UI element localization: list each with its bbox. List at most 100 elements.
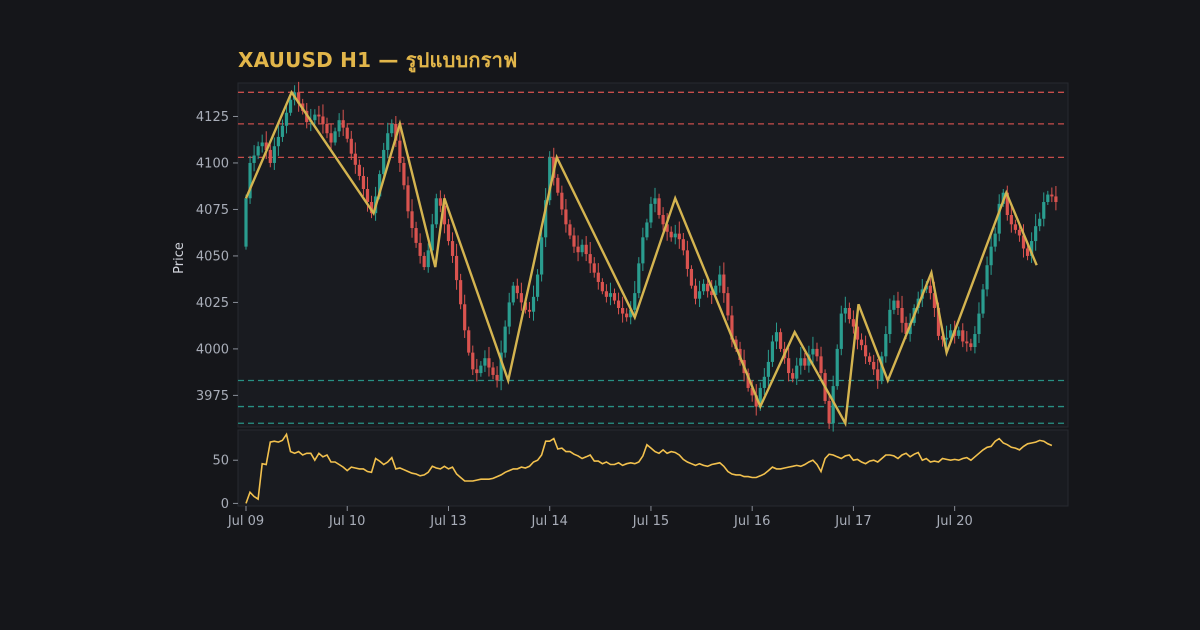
- chart-stage: XAUUSD H1 — รูปแบบกราฟ 3975 4000 4025 4050 4…: [0, 0, 1200, 630]
- candle-body: [969, 343, 973, 348]
- candle-body: [884, 334, 888, 357]
- candle-body: [406, 185, 410, 212]
- candle-body: [353, 153, 357, 165]
- candle-body: [382, 149, 386, 175]
- candle-body: [693, 285, 698, 299]
- candle-body: [770, 341, 775, 362]
- candle-body: [256, 146, 260, 156]
- candle-body: [718, 274, 722, 286]
- candle-body: [681, 239, 685, 251]
- indicator-y-tick-label: 0: [221, 497, 229, 512]
- candle-body: [463, 304, 467, 331]
- candle-body: [580, 244, 584, 253]
- candle-body: [422, 255, 426, 268]
- candle-body: [325, 123, 329, 134]
- candle-body: [333, 131, 337, 143]
- candle-body: [872, 361, 876, 370]
- y-tick-label: 4025: [196, 296, 229, 311]
- price-panel: [237, 82, 1069, 428]
- candle-body: [1025, 248, 1030, 256]
- candle-body: [993, 233, 997, 247]
- candle-body: [616, 300, 621, 308]
- candle-body: [244, 198, 248, 247]
- candle-body: [843, 307, 847, 314]
- candle-body: [576, 246, 580, 253]
- candle-body: [511, 285, 515, 303]
- candle-body: [649, 203, 653, 223]
- y-tick-label: 4075: [196, 203, 229, 218]
- candle-body: [560, 192, 564, 210]
- x-tick-label: Jul 13: [429, 514, 466, 529]
- candle-body: [317, 114, 321, 117]
- candle-body: [621, 307, 625, 314]
- candle-body: [313, 114, 317, 121]
- candle-body: [276, 136, 280, 147]
- candle-body: [888, 309, 892, 335]
- candle-body: [564, 209, 568, 225]
- candle-body: [839, 313, 843, 349]
- candle-body: [957, 330, 961, 336]
- candle-body: [985, 265, 989, 290]
- candle-body: [1050, 194, 1054, 197]
- y-tick-label: 4050: [196, 249, 229, 264]
- candle-body: [819, 356, 823, 374]
- candle-body: [706, 283, 710, 292]
- candle-body: [778, 332, 783, 349]
- candle-body: [791, 373, 795, 379]
- candle-body: [637, 263, 641, 294]
- candle-body: [596, 272, 600, 282]
- y-tick-label: 3975: [196, 389, 229, 404]
- x-tick-label: Jul 20: [935, 514, 972, 529]
- candle-body: [863, 345, 868, 357]
- candle-body: [608, 293, 613, 297]
- candle-body: [556, 177, 560, 193]
- candle-body: [588, 254, 592, 264]
- candle-body: [645, 222, 649, 238]
- candle-body: [487, 358, 491, 368]
- candle-body: [973, 334, 977, 348]
- candle-body: [851, 319, 856, 327]
- candle-body: [531, 296, 536, 312]
- candle-body: [795, 365, 799, 379]
- y-tick-label: 4125: [196, 110, 229, 125]
- candle-body: [471, 352, 475, 370]
- candle-body: [762, 376, 766, 388]
- candle-body: [868, 356, 872, 362]
- candle-body: [479, 365, 483, 374]
- candle-body: [600, 281, 604, 292]
- indicator-panel: [237, 429, 1069, 507]
- candle-body: [685, 250, 689, 269]
- candle-body: [434, 198, 438, 225]
- candle-body: [604, 291, 609, 297]
- candle-body: [1038, 218, 1042, 227]
- candle-body: [535, 274, 540, 297]
- candle-body: [572, 235, 576, 247]
- candle-body: [835, 348, 839, 387]
- candle-body: [410, 211, 414, 229]
- chart-canvas: 3975400040254050407541004125 050 Jul 09 J…: [172, 81, 1069, 529]
- candle-body: [859, 339, 864, 346]
- candle-body: [491, 367, 495, 375]
- candle-body: [653, 198, 657, 204]
- candle-body: [1042, 202, 1046, 219]
- candle-body: [815, 348, 819, 357]
- candle-body: [1013, 224, 1018, 230]
- candle-body: [540, 237, 544, 275]
- candle-body: [527, 309, 532, 312]
- candle-body: [260, 142, 264, 147]
- candle-body: [495, 374, 499, 381]
- candle-body: [450, 241, 455, 256]
- candle-body: [722, 274, 726, 294]
- candle-body: [847, 307, 851, 320]
- candle-body: [961, 330, 965, 342]
- indicator-y-tick-label: 50: [212, 454, 229, 469]
- candle-body: [900, 307, 904, 323]
- candle-body: [365, 188, 370, 203]
- y-axis-title: Price: [172, 242, 187, 274]
- candle-body: [507, 302, 511, 327]
- candle-body: [438, 198, 442, 206]
- candle-body: [568, 224, 572, 236]
- candle-body: [876, 369, 880, 381]
- candle-body: [625, 313, 629, 318]
- x-tick-label: Jul 15: [632, 514, 669, 529]
